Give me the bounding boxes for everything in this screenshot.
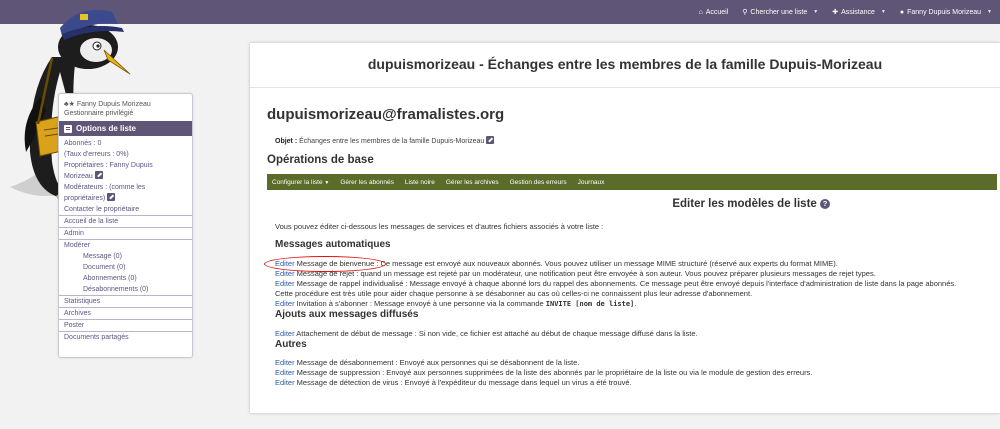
edit-moderators-icon[interactable] [107,193,116,201]
heading-others: Autres [275,339,307,350]
template-bye: Editer Message de désabonnement : Envoyé… [275,358,975,368]
sidebar-item-mod-unsubscriptions[interactable]: Désabonnements (0) [59,284,192,295]
template-attach-text: Attachement de début de message : Si non… [294,329,698,338]
sidebar-item-mod-message[interactable]: Message (0) [59,251,192,262]
help-icon[interactable]: ? [820,199,830,209]
edit-bye-link[interactable]: Editer [275,358,295,367]
nav-user[interactable]: ● Fanny Dupuis Morizeau ▼ [900,9,992,16]
menu-configure[interactable]: Configurer la liste ▼ [272,179,329,186]
templates-title-label: Editer les modèles de liste [672,198,817,210]
sidebar-moderators-line1: Modérateurs : (comme les [64,184,146,191]
chevron-down-icon: ▼ [324,179,330,186]
lifebuoy-icon: ✚ [832,9,839,16]
title-divider [250,87,1000,88]
edit-removed-link[interactable]: Editer [275,368,295,377]
menu-archives[interactable]: Gérer les archives [446,179,499,186]
highlight-circle [264,256,386,272]
sidebar-user: ♣★ Fanny Dupuis Morizeau Gestionnaire pr… [59,94,192,121]
main-panel: dupuismorizeau - Échanges entre les memb… [250,43,1000,413]
menu-bounces[interactable]: Gestion des erreurs [510,179,567,186]
edit-virus-link[interactable]: Editer [275,378,295,387]
nav-user-label: Fanny Dupuis Morizeau [907,8,982,16]
edit-invite-link[interactable]: Editer [275,299,295,308]
sidebar-item-moderate[interactable]: Modérer [59,239,192,251]
template-remind: Editer Message de rappel individualisé :… [275,279,975,298]
sidebar-owners: Morizeau [59,171,192,182]
list-icon [64,124,72,133]
list-subject: Objet : Échanges entre les membres de la… [275,136,495,145]
menu-subscribers[interactable]: Gérer les abonnés [340,179,393,186]
edit-owners-icon[interactable] [94,171,103,179]
menu-logs[interactable]: Journaux [578,179,605,186]
operations-menu: Configurer la liste ▼ Gérer les abonnés … [267,174,997,190]
template-reject: Editer Message de rejet : quand un messa… [275,269,975,279]
heading-diffused-additions: Ajouts aux messages diffusés [275,309,419,320]
invite-command: INVITE [nom de liste] [545,300,635,308]
section-basic-operations: Opérations de base [267,154,374,166]
sidebar-owners-line2: Morizeau [64,173,93,180]
edit-remind-link[interactable]: Editer [275,279,295,288]
template-virus-text: Message de détection de virus : Envoyé à… [294,378,632,387]
sidebar-item-post[interactable]: Poster [59,319,192,331]
menu-blacklist[interactable]: Liste noire [405,179,435,186]
edit-attach-link[interactable]: Editer [275,329,295,338]
template-virus: Editer Message de détection de virus : E… [275,378,975,388]
template-invite-text: Invitation à s'abonner : Message envoyé … [294,299,546,308]
sidebar-header-label: Options de liste [76,124,137,133]
template-bye-text: Message de désabonnement : Envoyé aux pe… [294,358,580,367]
template-invite: Editer Invitation à s'abonner : Message … [275,299,975,310]
sidebar-contact-owner[interactable]: Contacter le propriétaire [59,204,192,215]
sidebar-item-list-home[interactable]: Accueil de la liste [59,215,192,227]
sidebar-user-name: Fanny Dupuis Morizeau [76,101,151,108]
top-nav: ⌂ Accueil ⚲ Chercher une liste ▼ ✚ Assis… [698,0,992,24]
sidebar-subscribers: Abonnés : 0 [64,140,102,147]
template-removed: Editer Message de suppression : Envoyé a… [275,368,975,378]
sidebar-item-admin[interactable]: Admin [59,227,192,239]
sidebar-header: Options de liste [59,121,192,136]
home-icon: ⌂ [698,8,703,16]
chevron-down-icon: ▼ [813,9,819,15]
nav-home-label: Accueil [705,8,729,16]
list-email: dupuismorizeau@framalistes.org [267,106,505,123]
user-icon: ● [899,8,905,16]
template-reject-text: Message de rejet : quand un message est … [294,269,876,278]
subject-value: Échanges entre les membres de la famille… [299,138,485,145]
top-navbar: ⌂ Accueil ⚲ Chercher une liste ▼ ✚ Assis… [0,0,1000,24]
template-remind-text: Message de rappel individualisé : Messag… [275,279,957,298]
sidebar-item-shared-docs[interactable]: Documents partagés [59,331,192,343]
template-removed-text: Message de suppression : Envoyé aux pers… [294,368,813,377]
nav-search-label: Chercher une liste [750,8,808,16]
edit-subject-icon[interactable] [486,136,495,144]
subject-label: Objet : [275,138,298,145]
page-title: dupuismorizeau - Échanges entre les memb… [367,56,883,72]
sidebar-item-mod-document[interactable]: Document (0) [59,262,192,273]
nav-help[interactable]: ✚ Assistance ▼ [832,8,886,17]
nav-help-label: Assistance [841,8,875,16]
sidebar-item-archives[interactable]: Archives [59,307,192,319]
sidebar-moderators-line2: propriétaires) [64,195,106,202]
list-sidebar: ♣★ Fanny Dupuis Morizeau Gestionnaire pr… [58,93,193,358]
nav-home[interactable]: ⌂ Accueil [698,9,728,16]
sidebar-error-rate: (Taux d'erreurs : 0%) [64,151,129,158]
chevron-down-icon: ▼ [880,9,886,15]
sidebar-moderators: propriétaires) [59,193,192,204]
sidebar-item-mod-subscriptions[interactable]: Abonnements (0) [59,273,192,284]
heading-automatic-messages: Messages automatiques [275,239,391,250]
template-invite-end: . [634,299,637,308]
templates-intro: Vous pouvez éditer ci-dessous les messag… [275,222,604,231]
sidebar-user-role: Gestionnaire privilégié [64,110,134,117]
menu-configure-label: Configurer la liste [272,178,323,186]
users-icon: ♣★ [64,101,75,108]
sidebar-item-statistics[interactable]: Statistiques [59,295,192,307]
chevron-down-icon: ▼ [987,9,992,15]
nav-search-list[interactable]: ⚲ Chercher une liste ▼ [742,8,819,17]
search-icon: ⚲ [742,9,748,16]
sidebar-owners-line1: Propriétaires : Fanny Dupuis [64,162,153,169]
template-attach: Editer Attachement de début de message :… [275,329,975,339]
templates-title: Editer les modèles de liste ? [267,198,997,210]
